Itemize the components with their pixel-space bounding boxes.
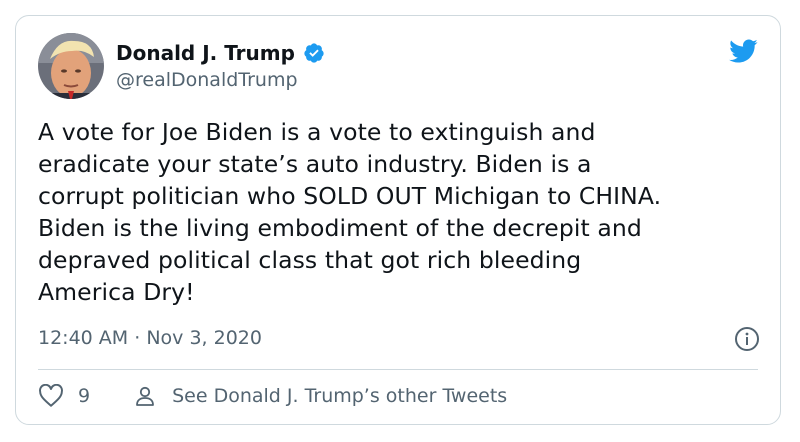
like-count[interactable]: 9: [78, 385, 90, 407]
person-icon[interactable]: [132, 384, 158, 408]
like-button[interactable]: 9: [38, 383, 90, 408]
tweet-actions: 9 See Donald J. Trump’s other Tweets: [38, 383, 507, 408]
tweet-time[interactable]: 12:40 AM: [38, 327, 128, 349]
see-other-tweets-link[interactable]: See Donald J. Trump’s other Tweets: [132, 384, 507, 408]
tweet-text-line: eradicate your state’s auto industry. Bi…: [38, 150, 592, 178]
verified-badge-icon: [303, 42, 325, 64]
see-other-tweets-label[interactable]: See Donald J. Trump’s other Tweets: [172, 385, 507, 407]
author-handle[interactable]: @realDonaldTrump: [116, 69, 298, 91]
avatar[interactable]: [38, 33, 104, 99]
tweet-text-line: A vote for Joe Biden is a vote to exting…: [38, 118, 596, 146]
timestamp-separator: ·: [134, 327, 141, 349]
tweet-text-line: Biden is the living embodiment of the de…: [38, 214, 642, 242]
tweet-text: A vote for Joe Biden is a vote to exting…: [38, 116, 758, 308]
author-name[interactable]: Donald J. Trump: [116, 41, 295, 65]
tweet-date[interactable]: Nov 3, 2020: [146, 327, 262, 349]
tweet-text-line: depraved political class that got rich b…: [38, 246, 582, 274]
tweet-timestamp[interactable]: 12:40 AM · Nov 3, 2020: [38, 327, 262, 349]
tweet-card: Donald J. Trump @realDonaldTrump A vote …: [15, 15, 781, 425]
divider: [38, 369, 758, 370]
twitter-bird-icon[interactable]: [726, 36, 760, 66]
heart-icon[interactable]: [38, 383, 64, 408]
tweet-text-line: corrupt politician who SOLD OUT Michigan…: [38, 182, 662, 210]
tweet-text-line: America Dry!: [38, 278, 195, 306]
author-name-row[interactable]: Donald J. Trump: [116, 41, 325, 65]
avatar-image: [38, 33, 104, 99]
info-icon[interactable]: [734, 326, 760, 352]
